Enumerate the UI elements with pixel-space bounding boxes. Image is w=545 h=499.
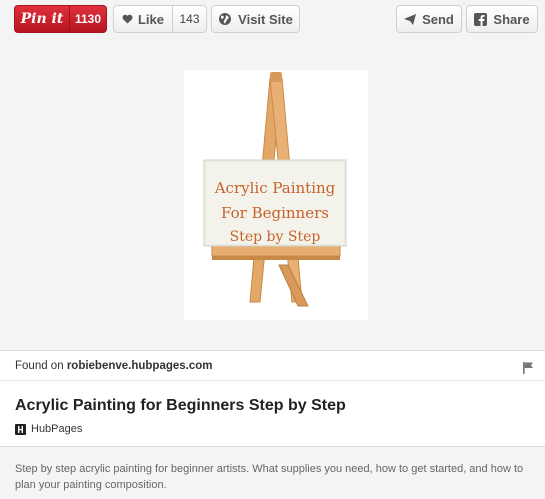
share-button[interactable]: Share [466,5,538,33]
facebook-icon [474,12,488,26]
source-bar: Found on robiebenve.hubpages.com [0,350,545,381]
board-link[interactable]: HubPages [15,423,82,435]
canvas-text-line-1: Acrylic Painting [214,179,336,197]
hubpages-icon [15,423,26,435]
visit-site-label: Visit Site [238,11,293,27]
board-name: HubPages [31,423,83,435]
found-on-prefix: Found on [15,360,64,372]
like-button[interactable]: Like 143 [113,5,207,33]
globe-icon [218,12,232,26]
pin-it-label: Pin it [20,11,64,27]
send-label: Send [422,11,454,27]
easel-canvas-illustration: Acrylic Painting For Beginners Step by S… [203,72,347,307]
pin-details: Acrylic Painting for Beginners Step by S… [0,381,545,447]
pin-description: Step by step acrylic painting for beginn… [15,463,524,491]
like-count: 143 [172,6,206,32]
canvas-text-line-3: Step by Step [230,229,321,245]
visit-site-button[interactable]: Visit Site [211,5,300,33]
pin-image-area: Acrylic Painting For Beginners Step by S… [0,38,545,350]
action-toolbar: Pin it 1130 Like 143 Visit Site Send Sha… [0,0,545,38]
share-label: Share [493,11,530,27]
found-on-link[interactable]: Found on robiebenve.hubpages.com [15,360,213,372]
pin-count: 1130 [69,6,106,32]
pin-title[interactable]: Acrylic Painting for Beginners Step by S… [15,397,346,415]
canvas-text-line-2: For Beginners [221,204,329,222]
like-label: Like [137,11,164,27]
flag-icon[interactable] [523,361,534,374]
pin-image[interactable]: Acrylic Painting For Beginners Step by S… [184,70,368,320]
like-main: Like [114,6,172,32]
send-button[interactable]: Send [396,5,462,33]
pin-it-button[interactable]: Pin it 1130 [14,5,107,33]
paper-plane-icon [404,13,417,25]
source-domain: robiebenve.hubpages.com [66,360,213,372]
heart-icon [122,14,133,24]
